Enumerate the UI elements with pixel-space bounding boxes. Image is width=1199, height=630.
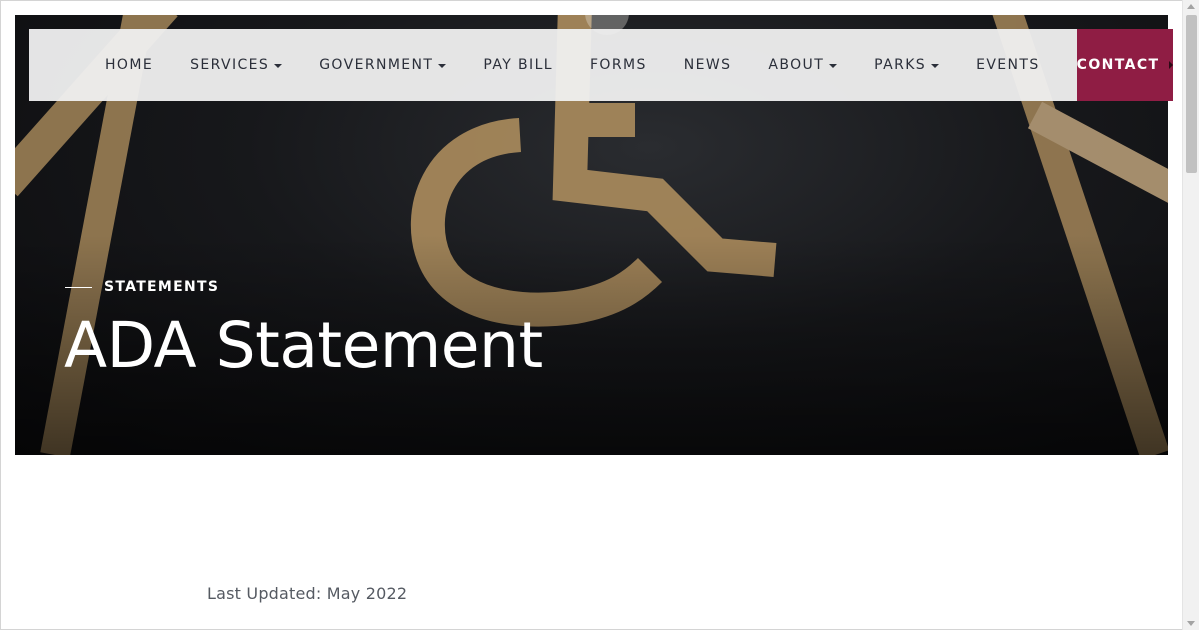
contact-label: CONTACT [1076, 57, 1160, 73]
nav-item-label: HOME [105, 57, 154, 73]
nav-item-home[interactable]: HOME [105, 29, 153, 101]
scrollbar-thumb[interactable] [1186, 15, 1197, 173]
main-navigation: HOME SERVICES GOVERNMENT PAY BILL FORMS NEWS A… [29, 29, 1173, 101]
contact-button[interactable]: CONTACT [1076, 29, 1173, 101]
hero-eyebrow: STATEMENTS [65, 279, 219, 295]
nav-menu: HOME SERVICES GOVERNMENT PAY BILL FORMS NEWS A… [29, 29, 1077, 101]
nav-item-label: EVENTS [976, 57, 1040, 73]
nav-item-label: NEWS [683, 57, 732, 73]
nav-item-services[interactable]: SERVICES [190, 29, 283, 101]
nav-item-about[interactable]: ABOUT [768, 29, 838, 101]
nav-item-events[interactable]: EVENTS [976, 29, 1040, 101]
eyebrow-divider [65, 286, 92, 288]
scroll-down-icon[interactable] [1187, 621, 1195, 626]
nav-item-label: PARKS [874, 57, 927, 73]
nav-item-parks[interactable]: PARKS [874, 29, 940, 101]
nav-item-label: FORMS [589, 57, 647, 73]
vertical-scrollbar[interactable] [1182, 0, 1199, 630]
nav-item-news[interactable]: NEWS [684, 29, 732, 101]
nav-item-label: SERVICES [190, 57, 270, 73]
nav-item-forms[interactable]: FORMS [590, 29, 647, 101]
page-title: ADA Statement [64, 309, 543, 382]
eyebrow-label: STATEMENTS [104, 279, 220, 295]
nav-item-pay-bill[interactable]: PAY BILL [483, 29, 553, 101]
scroll-up-icon[interactable] [1187, 4, 1195, 9]
chevron-down-icon [931, 63, 940, 68]
chevron-down-icon [274, 63, 283, 68]
nav-item-label: GOVERNMENT [319, 57, 434, 73]
chevron-down-icon [829, 63, 838, 68]
nav-item-label: PAY BILL [483, 57, 553, 73]
chevron-right-icon [1168, 61, 1173, 69]
nav-item-label: ABOUT [768, 57, 825, 73]
chevron-down-icon [438, 63, 447, 68]
last-updated-text: Last Updated: May 2022 [207, 584, 408, 603]
nav-item-government[interactable]: GOVERNMENT [319, 29, 447, 101]
